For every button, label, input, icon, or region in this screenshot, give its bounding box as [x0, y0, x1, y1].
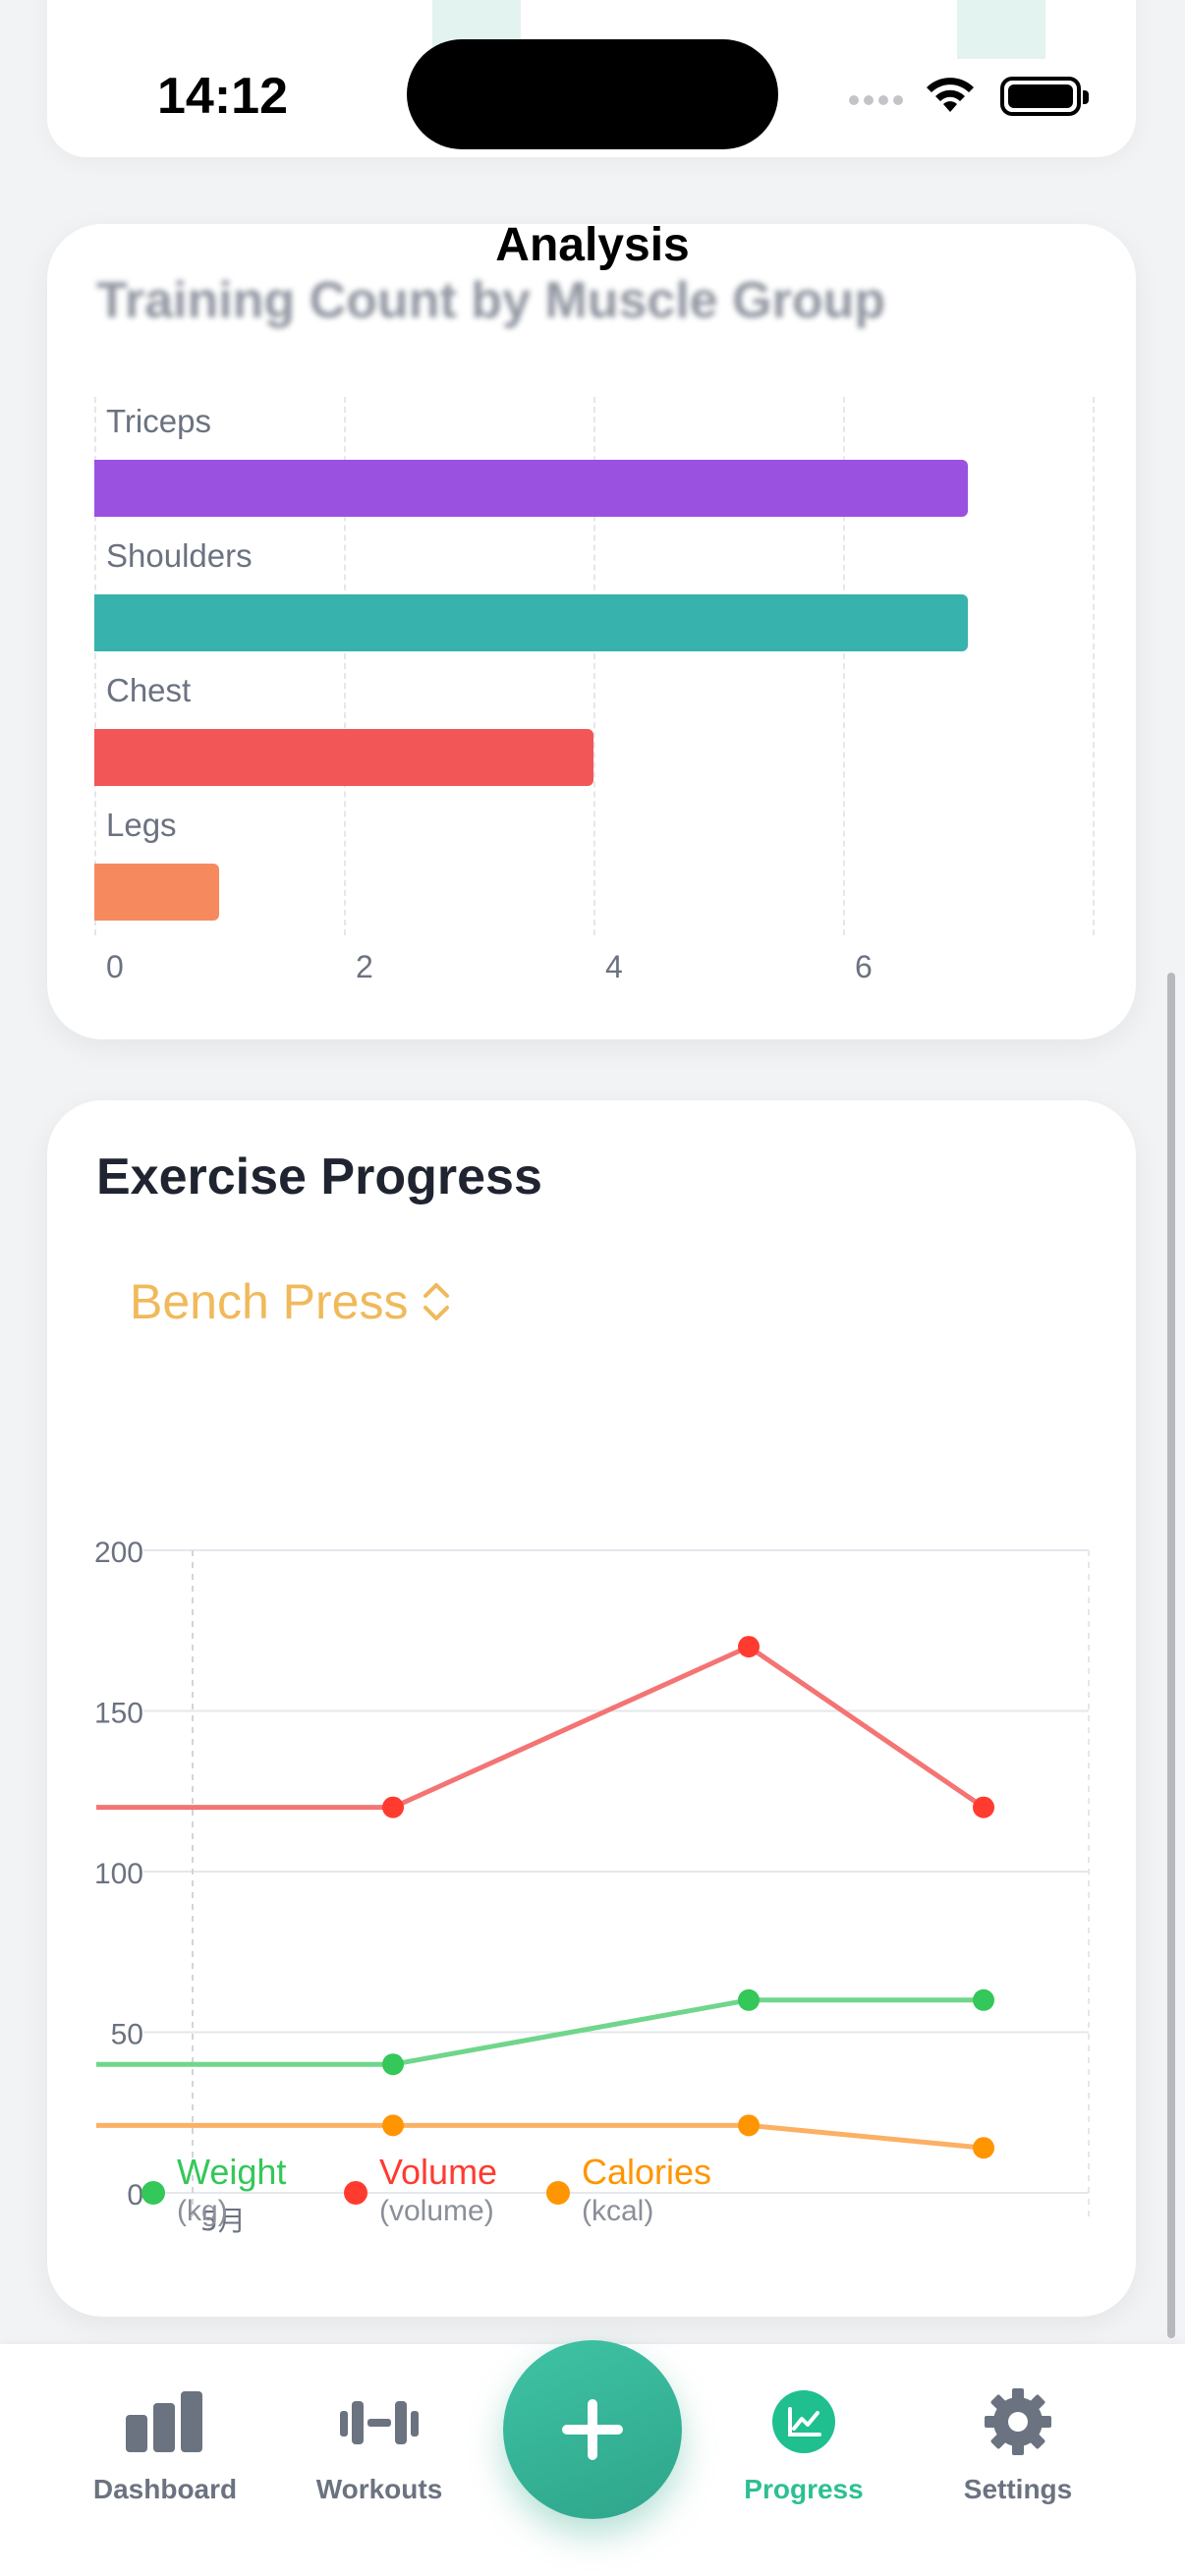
progress-card-title: Exercise Progress: [96, 1148, 542, 1205]
muscle-group-bar-chart: Triceps Shoulders Chest Legs 0 2 4 6: [94, 397, 1136, 1006]
legend-unit: (volume): [379, 2195, 494, 2227]
data-point: [973, 1796, 994, 1819]
bar: [94, 460, 968, 517]
tab-settings[interactable]: Settings: [920, 2387, 1116, 2505]
status-time: 14:12: [157, 68, 288, 125]
x-tick-label: 2: [356, 949, 373, 984]
data-point: [382, 2114, 404, 2137]
battery-icon: [1000, 77, 1089, 116]
y-tick-label: 50: [111, 2019, 143, 2051]
bar-chart-icon: [126, 2391, 202, 2452]
legend-name: Volume: [379, 2152, 498, 2192]
wifi-icon: [927, 78, 974, 112]
tab-dashboard[interactable]: Dashboard: [67, 2387, 263, 2505]
tab-workouts[interactable]: Workouts: [281, 2387, 478, 2505]
exercise-progress-card: Exercise Progress Bench Press 200 150 100 5…: [47, 1100, 1136, 2317]
bar: [94, 864, 219, 921]
x-tick-label: 0: [106, 949, 124, 984]
data-point: [973, 1988, 994, 2011]
trend-chart-icon: [772, 2390, 835, 2453]
tab-label: Dashboard: [92, 2474, 238, 2504]
gear-icon: [985, 2388, 1051, 2455]
tab-progress[interactable]: Progress: [705, 2387, 902, 2505]
bar-category-label: Triceps: [106, 403, 211, 439]
bar-category-label: Legs: [106, 807, 177, 843]
progress-screen: Training Count by Muscle Group Triceps Sh…: [0, 0, 1185, 2576]
exercise-picker-value: Bench Press: [130, 1274, 409, 1329]
legend-dot: [546, 2181, 570, 2205]
tab-label: Settings: [963, 2474, 1073, 2504]
x-tick-label: 6: [855, 949, 873, 984]
series-line: [96, 2122, 985, 2151]
cellular-signal-icon: [849, 92, 908, 110]
add-workout-button[interactable]: [503, 2340, 682, 2519]
legend-dot: [141, 2181, 165, 2205]
grid-line: [1093, 397, 1095, 935]
chart-legend: Weight (kg) Volume (volume) Calories (kcal): [141, 2152, 1124, 2260]
dynamic-island: [407, 39, 778, 149]
exercise-progress-line-chart: 2001501005005月: [94, 1537, 1090, 2237]
scroll-indicator[interactable]: [1167, 973, 1175, 2338]
x-tick-label: 4: [605, 949, 623, 984]
muscle-card-title: Training Count by Muscle Group: [96, 272, 886, 329]
legend-name: Calories: [582, 2152, 712, 2192]
legend-unit: (kg): [177, 2195, 228, 2227]
y-tick-label: 200: [94, 1537, 143, 1569]
bar-category-label: Shoulders: [106, 537, 253, 574]
status-bar: 14:12: [0, 0, 1185, 196]
data-point: [738, 1988, 760, 2011]
y-tick-label: 150: [94, 1698, 143, 1730]
series-line: [96, 1644, 986, 1811]
dumbbell-icon: [340, 2401, 419, 2444]
tab-label: Progress: [744, 2474, 864, 2504]
chevron-up-down-icon: [423, 1283, 450, 1320]
data-point: [382, 2053, 404, 2076]
bar: [94, 729, 593, 786]
legend-dot: [344, 2181, 367, 2205]
legend-unit: (kcal): [582, 2195, 654, 2227]
data-point: [382, 1796, 404, 1819]
page-title: Analysis: [495, 219, 690, 271]
tab-label: Workouts: [315, 2474, 443, 2504]
muscle-group-card: Training Count by Muscle Group Triceps Sh…: [47, 224, 1136, 1039]
legend-name: Weight: [177, 2152, 287, 2192]
data-point: [738, 2114, 760, 2137]
bar-category-label: Chest: [106, 672, 192, 708]
data-point: [738, 1636, 760, 1658]
bar: [94, 594, 968, 651]
y-tick-label: 100: [94, 1858, 143, 1890]
exercise-picker[interactable]: Bench Press: [130, 1273, 453, 1330]
